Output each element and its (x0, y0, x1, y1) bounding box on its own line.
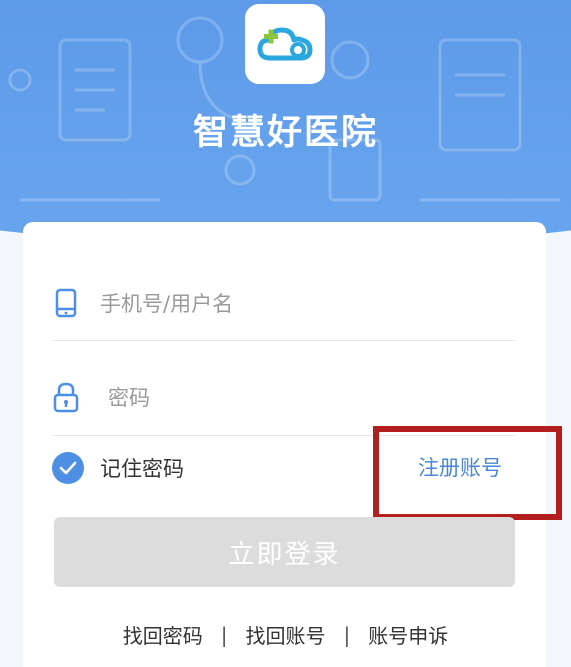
account-recovery-links: 找回密码 | 找回账号 | 账号申诉 (0, 620, 571, 649)
password-input-placeholder: 密码 (108, 386, 150, 410)
check-circle-icon[interactable] (52, 452, 84, 484)
phone-icon (52, 286, 80, 320)
username-input-placeholder: 手机号/用户名 (100, 292, 234, 316)
login-button[interactable]: 立即登录 (54, 517, 515, 587)
username-divider (52, 340, 516, 341)
app-logo (245, 4, 325, 84)
login-screen: 智慧好医院 手机号/用户名 密码 记住密码 注册账号 立即登录 找回密码 | 找… (0, 0, 571, 667)
username-field[interactable]: 手机号/用户名 (52, 278, 516, 328)
password-field[interactable]: 密码 (52, 372, 516, 422)
recover-account-link[interactable]: 找回账号 (246, 620, 326, 649)
link-separator: | (220, 622, 228, 647)
link-separator: | (343, 622, 351, 647)
account-appeal-link[interactable]: 账号申诉 (368, 620, 448, 649)
app-title: 智慧好医院 (192, 113, 378, 153)
highlight-annotation-box (373, 426, 562, 520)
cloud-plus-icon (257, 27, 313, 61)
lock-icon (52, 380, 80, 414)
remember-password-toggle[interactable]: 记住密码 (52, 448, 184, 488)
recover-password-link[interactable]: 找回密码 (123, 620, 203, 649)
remember-password-label: 记住密码 (100, 457, 184, 481)
